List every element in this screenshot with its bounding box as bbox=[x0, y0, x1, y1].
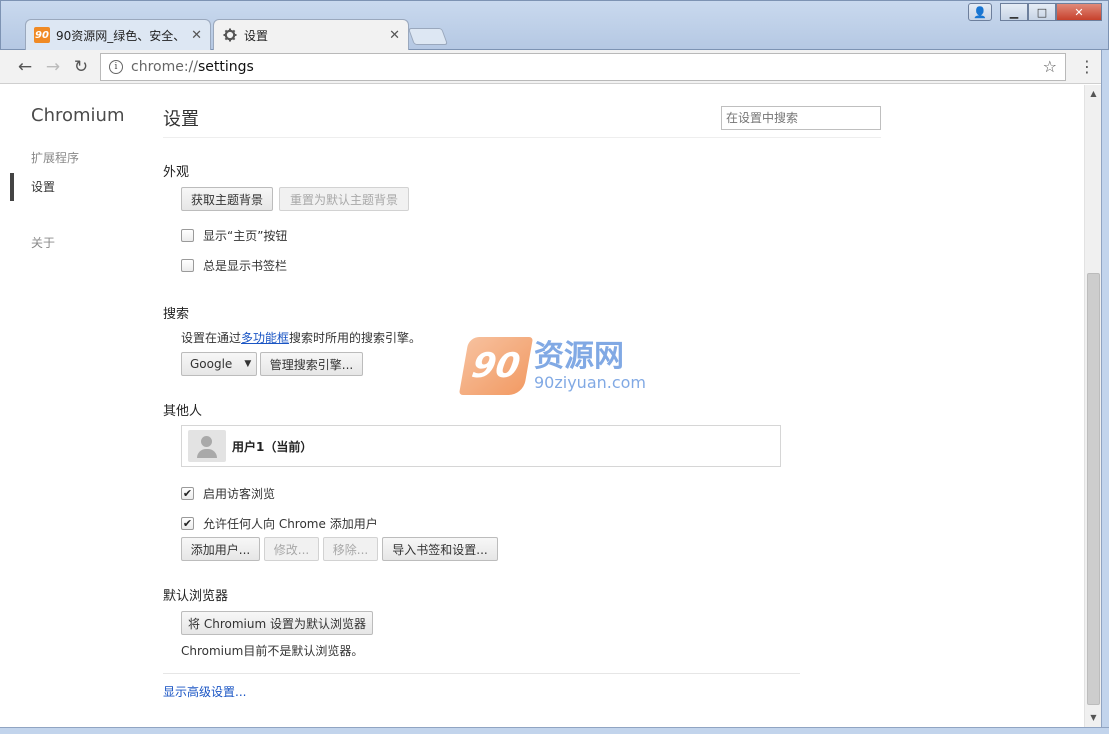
allow-add-user-checkbox[interactable]: ✔ bbox=[181, 517, 194, 530]
search-desc-prefix: 设置在通过 bbox=[181, 331, 242, 345]
allow-add-user-label: 允许任何人向 Chrome 添加用户 bbox=[203, 517, 378, 531]
sidebar-item-extensions[interactable]: 扩展程序 bbox=[31, 149, 79, 166]
show-home-row[interactable]: 显示“主页”按钮 bbox=[181, 227, 287, 244]
get-themes-button[interactable]: 获取主题背景 bbox=[181, 187, 273, 211]
url-scheme: chrome:// bbox=[131, 59, 198, 75]
title-bar: 90 90资源网_绿色、安全、免 ✕ 设置 ✕ 👤 ▁ □ ✕ bbox=[0, 0, 1109, 50]
brand-title: Chromium bbox=[31, 105, 125, 126]
sidebar-item-settings[interactable]: 设置 bbox=[31, 178, 55, 195]
avatar bbox=[188, 430, 226, 462]
footer-divider bbox=[163, 673, 800, 674]
show-advanced-link[interactable]: 显示高级设置... bbox=[163, 683, 246, 700]
profile-button[interactable]: 👤 bbox=[968, 3, 992, 21]
search-description: 设置在通过多功能框搜索时所用的搜索引擎。 bbox=[181, 329, 421, 346]
guest-browsing-row[interactable]: ✔ 启用访客浏览 bbox=[181, 485, 275, 502]
allow-add-user-row[interactable]: ✔ 允许任何人向 Chrome 添加用户 bbox=[181, 515, 378, 532]
show-bookmarks-row[interactable]: 总是显示书签栏 bbox=[181, 257, 287, 274]
sidebar: Chromium 扩展程序 设置 关于 bbox=[0, 85, 150, 727]
url-host: settings bbox=[198, 59, 254, 75]
edit-user-button[interactable]: 修改... bbox=[264, 537, 319, 561]
omnibox-link[interactable]: 多功能框 bbox=[241, 331, 289, 345]
new-tab-button[interactable] bbox=[407, 28, 449, 45]
forward-button[interactable]: → bbox=[42, 56, 64, 78]
people-heading: 其他人 bbox=[163, 404, 203, 419]
scroll-down-icon[interactable]: ▼ bbox=[1085, 709, 1102, 725]
show-home-label: 显示“主页”按钮 bbox=[203, 229, 288, 243]
import-bookmarks-button[interactable]: 导入书签和设置... bbox=[382, 537, 498, 561]
tab-90ziyuan[interactable]: 90 90资源网_绿色、安全、免 ✕ bbox=[25, 19, 211, 50]
site-favicon-icon: 90 bbox=[34, 27, 50, 43]
guest-browsing-checkbox[interactable]: ✔ bbox=[181, 487, 194, 500]
default-browser-status: Chromium目前不是默认浏览器。 bbox=[181, 644, 364, 658]
user-list[interactable]: 用户1（当前） bbox=[181, 425, 781, 467]
maximize-button[interactable]: □ bbox=[1028, 3, 1056, 21]
remove-user-button[interactable]: 移除... bbox=[323, 537, 378, 561]
search-desc-suffix: 搜索时所用的搜索引擎。 bbox=[289, 331, 422, 345]
guest-browsing-label: 启用访客浏览 bbox=[203, 487, 276, 501]
manage-search-engines-button[interactable]: 管理搜索引擎... bbox=[260, 352, 363, 376]
tab-title: 90资源网_绿色、安全、免 bbox=[56, 28, 186, 43]
info-icon[interactable]: i bbox=[109, 60, 123, 74]
show-home-checkbox[interactable] bbox=[181, 229, 194, 242]
search-engine-select[interactable]: Google ▼ bbox=[181, 352, 257, 376]
window-frame-bottom bbox=[0, 727, 1109, 734]
scroll-thumb[interactable] bbox=[1087, 273, 1100, 705]
window-close-button[interactable]: ✕ bbox=[1056, 3, 1102, 21]
reload-button[interactable]: ↻ bbox=[70, 56, 92, 78]
tab-title: 设置 bbox=[244, 28, 269, 43]
back-button[interactable]: ← bbox=[14, 56, 36, 78]
scroll-up-icon[interactable]: ▲ bbox=[1085, 85, 1102, 101]
settings-search-input[interactable] bbox=[721, 106, 881, 130]
user-name: 用户1（当前） bbox=[232, 439, 313, 454]
page-title: 设置 bbox=[163, 109, 199, 130]
bookmark-star-icon[interactable]: ☆ bbox=[1043, 57, 1057, 76]
selected-marker bbox=[10, 173, 14, 201]
sidebar-item-about[interactable]: 关于 bbox=[31, 234, 55, 251]
window-controls: 👤 ▁ □ ✕ bbox=[968, 3, 1102, 21]
browser-toolbar: ← → ↻ i chrome://settings ☆ ⋮ bbox=[0, 50, 1109, 84]
show-bookmarks-checkbox[interactable] bbox=[181, 259, 194, 272]
window-frame-right bbox=[1101, 50, 1109, 734]
address-bar[interactable]: i chrome://settings ☆ bbox=[100, 53, 1066, 81]
settings-page: Chromium 扩展程序 设置 关于 设置 外观 获取主题背景 重置为默认主题… bbox=[0, 85, 1084, 727]
show-bookmarks-label: 总是显示书签栏 bbox=[203, 259, 288, 273]
add-user-button[interactable]: 添加用户... bbox=[181, 537, 260, 561]
search-heading: 搜索 bbox=[163, 307, 190, 322]
page-scrollbar[interactable]: ▲ ▼ bbox=[1084, 85, 1101, 727]
minimize-button[interactable]: ▁ bbox=[1000, 3, 1028, 21]
chevron-down-icon: ▼ bbox=[244, 359, 252, 369]
appearance-heading: 外观 bbox=[163, 165, 190, 180]
tab-close-icon[interactable]: ✕ bbox=[389, 28, 400, 43]
set-default-browser-button[interactable]: 将 Chromium 设置为默认浏览器 bbox=[181, 611, 373, 635]
tab-close-icon[interactable]: ✕ bbox=[191, 28, 202, 43]
search-engine-value: Google bbox=[190, 357, 233, 371]
gear-icon bbox=[222, 27, 238, 43]
header-divider bbox=[163, 137, 881, 138]
reset-theme-button[interactable]: 重置为默认主题背景 bbox=[279, 187, 409, 211]
menu-icon[interactable]: ⋮ bbox=[1079, 57, 1095, 76]
tab-settings[interactable]: 设置 ✕ bbox=[213, 19, 409, 50]
default-browser-heading: 默认浏览器 bbox=[163, 589, 229, 604]
